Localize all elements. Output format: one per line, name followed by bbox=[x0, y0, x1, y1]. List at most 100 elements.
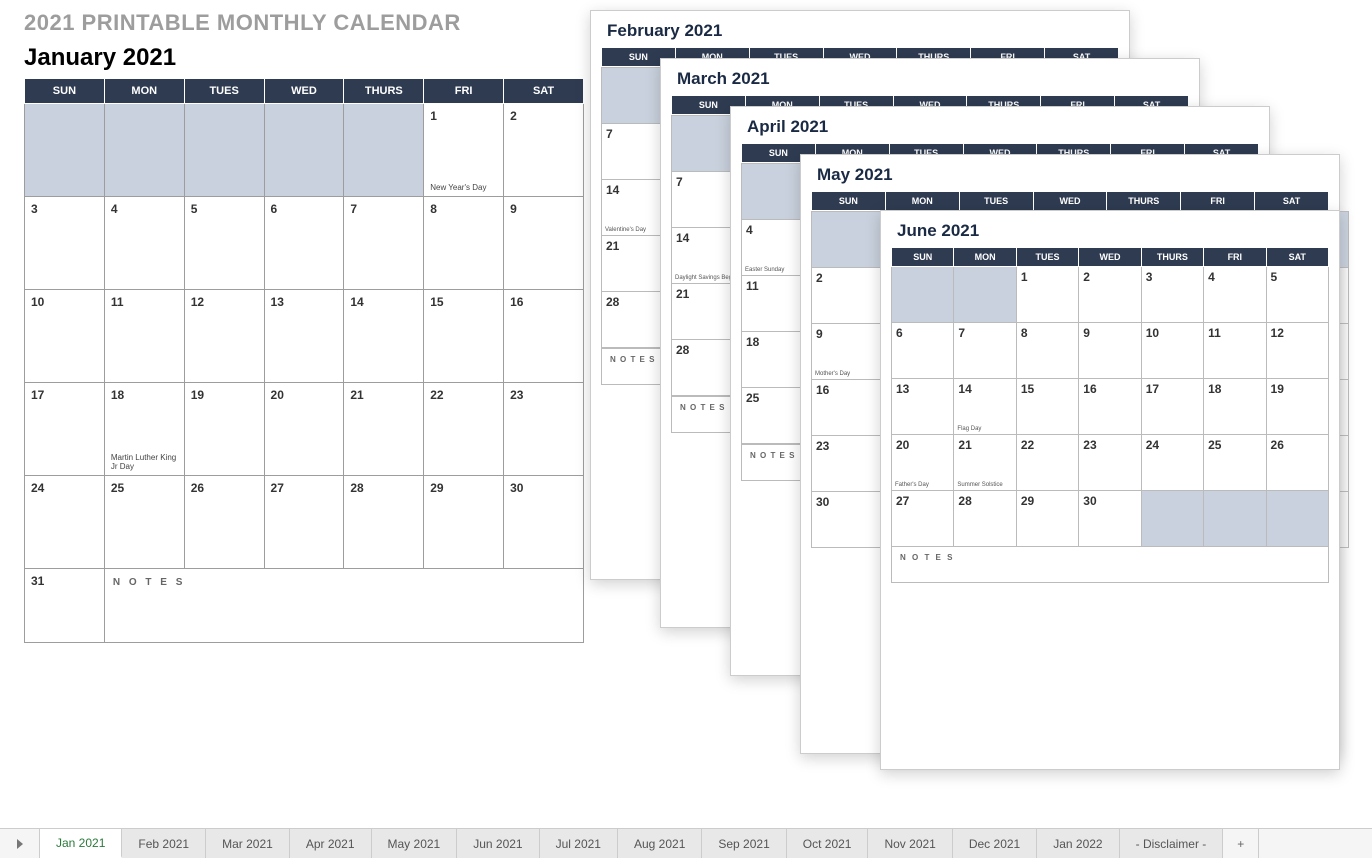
calendar-cell[interactable]: 25 bbox=[104, 476, 184, 569]
calendar-cell[interactable]: 4 bbox=[104, 197, 184, 290]
calendar-cell[interactable]: 14 bbox=[344, 290, 424, 383]
calendar-cell[interactable]: 19 bbox=[184, 383, 264, 476]
calendar-cell[interactable]: 23 bbox=[1079, 435, 1141, 491]
sheet-tab[interactable]: Jun 2021 bbox=[457, 829, 539, 858]
calendar-cell[interactable]: 28 bbox=[954, 491, 1016, 547]
calendar-cell[interactable]: 14Flag Day bbox=[954, 379, 1016, 435]
day-header: MON bbox=[885, 192, 959, 211]
calendar-cell[interactable]: 20Father's Day bbox=[892, 435, 954, 491]
calendar-cell[interactable]: 11 bbox=[1204, 323, 1266, 379]
sheet-tab[interactable]: Apr 2021 bbox=[290, 829, 372, 858]
calendar-cell[interactable] bbox=[1266, 491, 1328, 547]
calendar-cell[interactable] bbox=[104, 104, 184, 197]
calendar-cell[interactable]: 24 bbox=[1141, 435, 1203, 491]
day-header: TUES bbox=[1016, 248, 1078, 267]
calendar-cell[interactable]: 15 bbox=[424, 290, 504, 383]
month-title-jan: January 2021 bbox=[24, 44, 584, 72]
calendar-cell[interactable]: 16 bbox=[504, 290, 584, 383]
calendar-cell[interactable]: 22 bbox=[1016, 435, 1078, 491]
calendar-cell[interactable]: 17 bbox=[25, 383, 105, 476]
calendar-cell[interactable]: 7 bbox=[954, 323, 1016, 379]
calendar-cell[interactable]: 6 bbox=[264, 197, 344, 290]
calendar-cell[interactable]: 24 bbox=[25, 476, 105, 569]
sheet-tab[interactable]: Nov 2021 bbox=[868, 829, 952, 858]
calendar-cell[interactable]: 10 bbox=[1141, 323, 1203, 379]
calendar-cell[interactable]: 23 bbox=[504, 383, 584, 476]
calendar-cell[interactable]: 13 bbox=[264, 290, 344, 383]
calendar-cell[interactable]: 27 bbox=[892, 491, 954, 547]
sheet-tab[interactable]: Jan 2021 bbox=[40, 829, 122, 858]
day-header: WED bbox=[1079, 248, 1141, 267]
calendar-cell[interactable] bbox=[1141, 491, 1203, 547]
calendar-cell[interactable]: 26 bbox=[184, 476, 264, 569]
calendar-cell[interactable]: 27 bbox=[264, 476, 344, 569]
calendar-cell[interactable] bbox=[1204, 491, 1266, 547]
calendar-cell[interactable]: 12 bbox=[184, 290, 264, 383]
calendar-cell[interactable]: 9 bbox=[504, 197, 584, 290]
calendar-cell[interactable]: 2 bbox=[504, 104, 584, 197]
day-header: THURS bbox=[344, 79, 424, 104]
calendar-cell[interactable]: 1 bbox=[1016, 267, 1078, 323]
calendar-cell[interactable]: 17 bbox=[1141, 379, 1203, 435]
calendar-cell[interactable]: 2 bbox=[1079, 267, 1141, 323]
calendar-cell[interactable]: 10 bbox=[25, 290, 105, 383]
calendar-cell[interactable]: 1New Year's Day bbox=[424, 104, 504, 197]
sheet-tab[interactable]: May 2021 bbox=[372, 829, 458, 858]
calendar-cell[interactable]: 30 bbox=[504, 476, 584, 569]
sheet-tab[interactable]: Oct 2021 bbox=[787, 829, 869, 858]
calendar-cell[interactable] bbox=[344, 104, 424, 197]
calendar-cell[interactable] bbox=[264, 104, 344, 197]
calendar-cell[interactable]: 22 bbox=[424, 383, 504, 476]
calendar-table-jan: SUNMONTUESWEDTHURSFRISAT 1New Year's Day… bbox=[24, 78, 584, 643]
day-header: TUES bbox=[959, 192, 1033, 211]
sheet-tab[interactable]: Sep 2021 bbox=[702, 829, 786, 858]
calendar-cell[interactable]: 29 bbox=[1016, 491, 1078, 547]
calendar-cell[interactable]: 5 bbox=[1266, 267, 1328, 323]
calendar-cell[interactable]: 12 bbox=[1266, 323, 1328, 379]
calendar-cell[interactable]: 8 bbox=[424, 197, 504, 290]
calendar-cell[interactable] bbox=[184, 104, 264, 197]
notes-area[interactable]: N O T E S bbox=[104, 569, 583, 643]
calendar-cell[interactable] bbox=[892, 267, 954, 323]
sheet-tab[interactable]: Jul 2021 bbox=[540, 829, 618, 858]
calendar-cell[interactable] bbox=[954, 267, 1016, 323]
calendar-cell[interactable]: 29 bbox=[424, 476, 504, 569]
calendar-cell[interactable]: 21 bbox=[344, 383, 424, 476]
calendar-cell[interactable]: 20 bbox=[264, 383, 344, 476]
sheet-tab[interactable]: Mar 2021 bbox=[206, 829, 290, 858]
page-title: 2021 PRINTABLE MONTHLY CALENDAR bbox=[24, 10, 461, 36]
calendar-cell[interactable] bbox=[25, 104, 105, 197]
calendar-cell[interactable]: 18 bbox=[1204, 379, 1266, 435]
calendar-cell[interactable]: 4 bbox=[1204, 267, 1266, 323]
sheet-tab[interactable]: - Disclaimer - bbox=[1120, 829, 1224, 858]
calendar-cell[interactable]: 6 bbox=[892, 323, 954, 379]
calendar-cell[interactable]: 30 bbox=[1079, 491, 1141, 547]
calendar-cell[interactable]: 15 bbox=[1016, 379, 1078, 435]
month-title-may: May 2021 bbox=[801, 155, 1339, 191]
calendar-cell[interactable]: 3 bbox=[1141, 267, 1203, 323]
calendar-cell[interactable]: 9 bbox=[1079, 323, 1141, 379]
calendar-cell[interactable]: 25 bbox=[1204, 435, 1266, 491]
calendar-cell[interactable]: 3 bbox=[25, 197, 105, 290]
calendar-cell[interactable]: 7 bbox=[344, 197, 424, 290]
calendar-cell[interactable]: 8 bbox=[1016, 323, 1078, 379]
tab-nav-prev[interactable] bbox=[0, 829, 40, 858]
sheet-tab[interactable]: Aug 2021 bbox=[618, 829, 702, 858]
calendar-cell[interactable]: 5 bbox=[184, 197, 264, 290]
calendar-cell[interactable]: 19 bbox=[1266, 379, 1328, 435]
notes-area[interactable]: N O T E S bbox=[892, 547, 1329, 583]
sheet-tab[interactable]: Feb 2021 bbox=[122, 829, 206, 858]
sheet-tab[interactable]: Dec 2021 bbox=[953, 829, 1037, 858]
calendar-cell[interactable]: 16 bbox=[1079, 379, 1141, 435]
month-title-jun: June 2021 bbox=[881, 211, 1339, 247]
calendar-cell[interactable]: 28 bbox=[344, 476, 424, 569]
calendar-cell[interactable]: 31 bbox=[25, 569, 105, 643]
calendar-cell[interactable]: 21Summer Solstice bbox=[954, 435, 1016, 491]
calendar-cell[interactable]: 26 bbox=[1266, 435, 1328, 491]
calendar-cell[interactable]: 18Martin Luther King Jr Day bbox=[104, 383, 184, 476]
add-sheet-button[interactable]: + bbox=[1223, 829, 1259, 858]
sheet-tab[interactable]: Jan 2022 bbox=[1037, 829, 1119, 858]
calendar-cell[interactable]: 11 bbox=[104, 290, 184, 383]
calendar-cell[interactable]: 13 bbox=[892, 379, 954, 435]
month-title-feb: February 2021 bbox=[591, 11, 1129, 47]
